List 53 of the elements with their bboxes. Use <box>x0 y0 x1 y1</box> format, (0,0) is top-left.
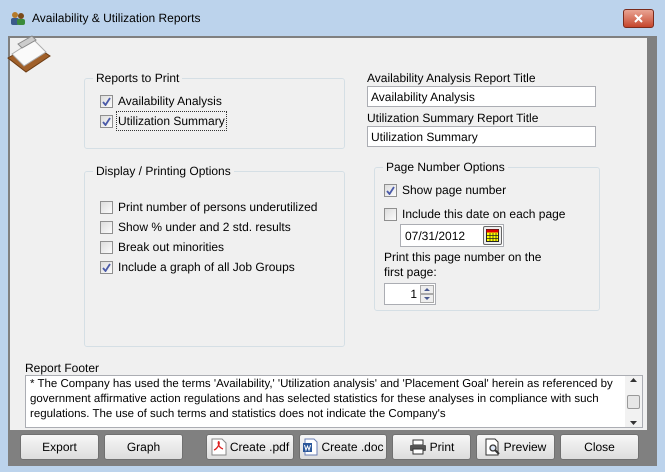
footer-label: Report Footer <box>25 361 100 375</box>
close-button[interactable] <box>623 8 654 28</box>
group-title: Reports to Print <box>93 70 182 86</box>
group-title: Page Number Options <box>383 159 508 175</box>
checkbox[interactable] <box>384 184 397 196</box>
pdf-document-icon <box>210 438 227 456</box>
action-button[interactable]: Preview <box>476 434 555 460</box>
checkbox[interactable] <box>100 200 113 214</box>
action-button[interactable]: Close <box>560 434 639 460</box>
checkbox[interactable] <box>100 260 113 274</box>
scroll-up-icon <box>630 378 637 382</box>
scroll-thumb[interactable] <box>627 394 640 408</box>
date-value: 07/31/2012 <box>405 228 466 244</box>
action-button[interactable]: Graph <box>104 434 183 460</box>
title-field[interactable]: Utilization Summary <box>367 126 596 147</box>
action-button[interactable]: Print <box>392 434 471 460</box>
checkbox[interactable] <box>100 114 113 128</box>
first-page-label: Print this page number on the first page: <box>384 250 542 280</box>
people-icon <box>10 10 26 26</box>
action-button[interactable]: Create .doc <box>299 434 387 460</box>
checkbox-label: Show page number <box>401 182 508 199</box>
checkbox-label: Utilization Summary <box>117 112 226 130</box>
checkbox-label: Include a graph of all Job Groups <box>117 259 296 276</box>
field-label: Availability Analysis Report Title <box>367 70 537 86</box>
footer-text-area[interactable] <box>25 375 643 428</box>
scrollbar[interactable] <box>625 376 642 427</box>
calendar-button[interactable] <box>483 226 502 245</box>
spinner-value: 1 <box>410 286 417 303</box>
checkbox-label: Availability Analysis <box>117 93 223 110</box>
up-down-arrows-icon <box>420 285 434 303</box>
checkbox-label: Show % under and 2 std. results <box>117 219 292 236</box>
checkbox[interactable] <box>100 220 113 234</box>
checkbox[interactable] <box>384 208 397 220</box>
action-button[interactable]: Create .pdf <box>206 434 294 460</box>
action-button[interactable]: Export <box>20 434 99 460</box>
checkbox-label: Break out minorities <box>117 239 226 256</box>
scroll-down-icon <box>630 421 637 425</box>
title-field[interactable]: Availability Analysis <box>367 86 596 107</box>
magnifier-page-icon <box>484 438 501 456</box>
window-title: Availability & Utilization Reports <box>32 10 201 27</box>
close-icon <box>634 14 643 22</box>
group-title: Display / Printing Options <box>93 163 234 179</box>
printer-icon <box>408 439 427 455</box>
checkbox[interactable] <box>100 240 113 254</box>
checkbox-label: Print number of persons underutilized <box>117 199 318 216</box>
date-field[interactable]: 07/31/2012 <box>400 224 504 247</box>
page-number-spinner[interactable]: 1 <box>384 283 436 305</box>
field-label: Utilization Summary Report Title <box>367 110 540 126</box>
word-document-icon <box>302 438 318 456</box>
calendar-icon <box>486 229 499 242</box>
checkbox-label: Include this date on each page <box>401 206 566 223</box>
checkbox[interactable] <box>100 94 113 108</box>
footer-text: * The Company has used the terms 'Availability,' 'Utilization analysis' and 'Placement Goal' herein as referenced by government affirmative action regulations and has selected statistics for these analyses in compliance with such regulations. The use of such terms and statistics does not indicate the Company's <box>29 377 614 422</box>
